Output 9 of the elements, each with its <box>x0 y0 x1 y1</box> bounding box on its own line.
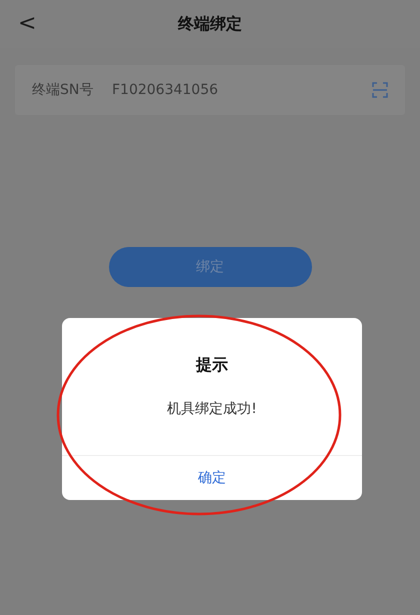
sn-field[interactable]: 终端SN号 F10206341056 <box>15 65 405 115</box>
dialog-title: 提示 <box>196 354 228 376</box>
page-title: 终端绑定 <box>178 13 242 35</box>
field-label: 终端SN号 <box>32 80 94 100</box>
back-button[interactable]: < <box>18 13 36 35</box>
scan-icon[interactable] <box>372 82 388 98</box>
confirm-button[interactable]: 确定 <box>62 456 362 500</box>
field-value: F10206341056 <box>112 80 218 100</box>
dialog-message: 机具绑定成功! <box>167 400 257 419</box>
